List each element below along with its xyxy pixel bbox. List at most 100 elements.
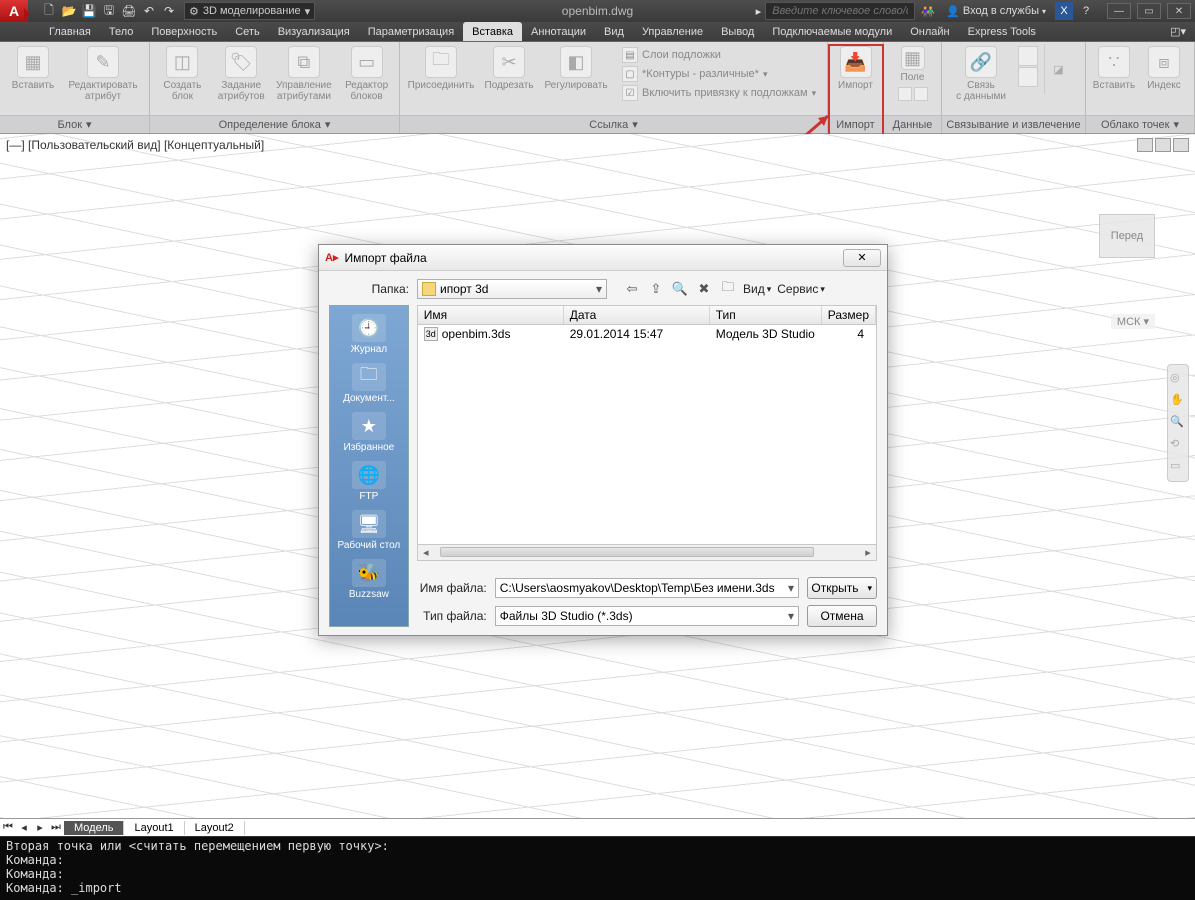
import-button[interactable]: 📥Импорт bbox=[832, 44, 879, 93]
saveas-icon[interactable]: 🖫 bbox=[100, 2, 118, 20]
adjust-button[interactable]: ◧Регулировать bbox=[540, 44, 612, 93]
file-row[interactable]: 3dopenbim.3ds 29.01.2014 15:47 Модель 3D… bbox=[418, 325, 876, 343]
snap-underlay-button[interactable]: ☑Включить привязку к подложкам▾ bbox=[618, 84, 820, 102]
help-icon[interactable]: ? bbox=[1077, 2, 1095, 20]
frames-button[interactable]: ▢*Контуры - различные*▾ bbox=[618, 65, 820, 83]
maximize-button[interactable]: ▭ bbox=[1137, 3, 1161, 19]
tab-home[interactable]: Главная bbox=[40, 22, 100, 41]
app-menu-button[interactable]: A bbox=[0, 0, 28, 22]
vp-minimize-icon[interactable] bbox=[1137, 138, 1153, 152]
wcs-label[interactable]: МСК ▾ bbox=[1111, 314, 1155, 329]
dialog-titlebar[interactable]: A▸ Импорт файла ✕ bbox=[319, 245, 887, 271]
layout-first-icon[interactable]: ⏮ bbox=[0, 820, 16, 836]
redo-icon[interactable]: ↷ bbox=[160, 2, 178, 20]
field-button[interactable]: ▦Поле bbox=[896, 44, 930, 85]
layout-next-icon[interactable]: ▸ bbox=[32, 820, 48, 836]
tab-plugins[interactable]: Подключаемые модули bbox=[763, 22, 901, 41]
new-folder-icon[interactable]: 🗀 bbox=[719, 280, 737, 298]
infocenter-icon[interactable]: 👫 bbox=[919, 2, 937, 20]
open-button[interactable]: Открыть bbox=[807, 577, 877, 599]
scroll-left-icon[interactable]: ◂ bbox=[418, 545, 434, 559]
viewport-label[interactable]: [—] [Пользовательский вид] [Концептуальн… bbox=[6, 138, 264, 152]
exchange-icon[interactable]: X bbox=[1055, 2, 1073, 20]
tab-expand-icon[interactable]: ◰▾ bbox=[1161, 22, 1195, 41]
file-list[interactable]: 3dopenbim.3ds 29.01.2014 15:47 Модель 3D… bbox=[417, 325, 877, 545]
define-attributes-button[interactable]: 🏷Задание атрибутов bbox=[213, 44, 270, 104]
manage-attributes-button[interactable]: ⧉Управление атрибутами bbox=[272, 44, 337, 104]
create-block-button[interactable]: ◫Создать блок bbox=[154, 44, 211, 104]
place-history[interactable]: 🕘Журнал bbox=[330, 312, 408, 357]
delete-icon[interactable]: ✖ bbox=[695, 280, 713, 298]
print-icon[interactable]: 🖨 bbox=[120, 2, 138, 20]
cancel-button[interactable]: Отмена bbox=[807, 605, 877, 627]
edit-attribute-button[interactable]: ✎Редактировать атрибут bbox=[64, 44, 142, 104]
tab-parametric[interactable]: Параметризация bbox=[359, 22, 463, 41]
place-favorites[interactable]: ★Избранное bbox=[330, 410, 408, 455]
undo-icon[interactable]: ↶ bbox=[140, 2, 158, 20]
scroll-right-icon[interactable]: ▸ bbox=[860, 545, 876, 559]
layout-tab-model[interactable]: Модель bbox=[64, 821, 124, 835]
tools-menu[interactable]: Сервис▾ bbox=[777, 282, 825, 296]
search-web-icon[interactable]: 🔍 bbox=[671, 280, 689, 298]
open-icon[interactable]: 📂 bbox=[60, 2, 78, 20]
content-explorer-icon[interactable]: ◪ bbox=[1044, 44, 1072, 94]
col-date[interactable]: Дата bbox=[564, 306, 710, 324]
workspace-dropdown[interactable]: ⚙3D моделирование▾ bbox=[184, 2, 315, 20]
col-name[interactable]: Имя bbox=[418, 306, 564, 324]
extract-2-icon[interactable] bbox=[1018, 67, 1038, 87]
tab-insert[interactable]: Вставка bbox=[463, 22, 522, 41]
pc-index-button[interactable]: ⧈Индекс bbox=[1140, 44, 1188, 93]
signin-button[interactable]: 👤Вход в службы▾ bbox=[941, 2, 1051, 20]
pc-insert-button[interactable]: ∵Вставить bbox=[1090, 44, 1138, 93]
view-menu[interactable]: Вид▾ bbox=[743, 282, 771, 296]
tab-output[interactable]: Вывод bbox=[712, 22, 763, 41]
tab-view[interactable]: Вид bbox=[595, 22, 633, 41]
pan-icon[interactable]: ✋ bbox=[1170, 393, 1186, 409]
place-documents[interactable]: 🗀Документ... bbox=[330, 361, 408, 406]
scroll-thumb[interactable] bbox=[440, 547, 814, 557]
layout-tab-2[interactable]: Layout2 bbox=[185, 821, 245, 835]
search-input[interactable] bbox=[765, 2, 915, 20]
layout-last-icon[interactable]: ⏭ bbox=[48, 820, 64, 836]
file-list-header[interactable]: Имя Дата Тип Размер bbox=[417, 305, 877, 325]
place-buzzsaw[interactable]: 🐝Buzzsaw bbox=[330, 557, 408, 602]
data-small-1-icon[interactable] bbox=[898, 87, 912, 101]
panel-import-title[interactable]: Импорт bbox=[828, 115, 883, 133]
file-list-hscroll[interactable]: ◂ ▸ bbox=[417, 545, 877, 561]
underlay-layers-button[interactable]: ▤Слои подложки bbox=[618, 46, 820, 64]
folder-combobox[interactable]: ипорт 3d ▾ bbox=[417, 279, 607, 299]
place-ftp[interactable]: 🌐FTP bbox=[330, 459, 408, 504]
save-icon[interactable]: 💾 bbox=[80, 2, 98, 20]
filetype-combobox[interactable]: Файлы 3D Studio (*.3ds)▾ bbox=[495, 606, 799, 626]
tab-manage[interactable]: Управление bbox=[633, 22, 712, 41]
block-editor-button[interactable]: ▭Редактор блоков bbox=[338, 44, 395, 104]
layout-tab-1[interactable]: Layout1 bbox=[124, 821, 184, 835]
extract-1-icon[interactable] bbox=[1018, 46, 1038, 66]
filename-combobox[interactable]: C:\Users\aosmyakov\Desktop\Temp\Без имен… bbox=[495, 578, 799, 598]
attach-button[interactable]: 🗀Присоединить bbox=[404, 44, 478, 93]
vp-close-icon[interactable] bbox=[1173, 138, 1189, 152]
layout-prev-icon[interactable]: ◂ bbox=[16, 820, 32, 836]
tab-mesh[interactable]: Сеть bbox=[226, 22, 268, 41]
tab-express[interactable]: Express Tools bbox=[959, 22, 1045, 41]
insert-block-button[interactable]: ▦Вставить bbox=[4, 44, 62, 93]
data-link-button[interactable]: 🔗Связь с данными bbox=[946, 44, 1016, 104]
panel-block-title[interactable]: Блок▾ bbox=[0, 115, 149, 133]
tab-surface[interactable]: Поверхность bbox=[142, 22, 226, 41]
clip-button[interactable]: ✂Подрезать bbox=[480, 44, 538, 93]
panel-reference-title[interactable]: Ссылка▾ bbox=[400, 115, 827, 133]
tab-online[interactable]: Онлайн bbox=[901, 22, 958, 41]
panel-pointcloud-title[interactable]: Облако точек▾ bbox=[1086, 115, 1194, 133]
steering-wheel-icon[interactable]: ◎ bbox=[1170, 371, 1186, 387]
col-type[interactable]: Тип bbox=[710, 306, 822, 324]
command-line[interactable]: Вторая точка или <считать перемещением п… bbox=[0, 836, 1195, 900]
minimize-button[interactable]: — bbox=[1107, 3, 1131, 19]
close-button[interactable]: ✕ bbox=[1167, 3, 1191, 19]
showmotion-icon[interactable]: ▭ bbox=[1170, 459, 1186, 475]
vp-maximize-icon[interactable] bbox=[1155, 138, 1171, 152]
back-icon[interactable]: ⇦ bbox=[623, 280, 641, 298]
tab-solid[interactable]: Тело bbox=[100, 22, 143, 41]
dialog-close-button[interactable]: ✕ bbox=[843, 249, 881, 267]
up-icon[interactable]: ⇪ bbox=[647, 280, 665, 298]
tab-annotate[interactable]: Аннотации bbox=[522, 22, 595, 41]
